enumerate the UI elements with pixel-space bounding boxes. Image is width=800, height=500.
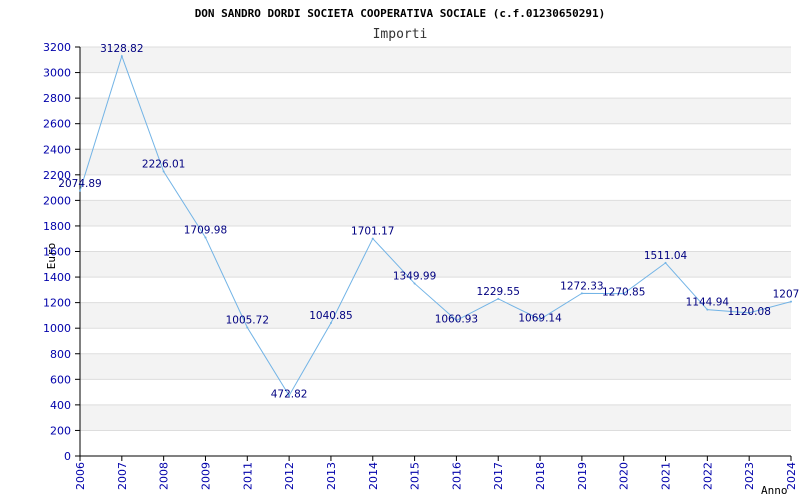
x-tick-label: 2013 — [325, 462, 338, 490]
data-point — [790, 300, 792, 303]
data-point — [204, 236, 207, 239]
y-tick-label: 0 — [64, 450, 71, 463]
data-point — [706, 308, 709, 311]
data-point — [580, 292, 583, 295]
grid-band — [80, 328, 791, 354]
data-point — [413, 282, 416, 285]
data-label: 1040.85 — [309, 310, 352, 322]
data-label: 1060.93 — [435, 313, 478, 325]
y-tick-label: 200 — [50, 424, 71, 437]
y-axis-label: Euro — [45, 243, 58, 270]
grid-band — [80, 98, 791, 124]
data-point — [162, 170, 165, 173]
y-tick-label: 1400 — [43, 271, 71, 284]
data-point — [664, 261, 667, 264]
y-tick-label: 2800 — [43, 92, 71, 105]
data-label: 1701.17 — [351, 226, 394, 238]
grid-band — [80, 72, 791, 99]
y-tick-label: 1000 — [43, 322, 71, 335]
chart-title: DON SANDRO DORDI SOCIETA COOPERATIVA SOC… — [195, 7, 606, 20]
y-tick-label: 2600 — [43, 118, 71, 131]
y-tick-label: 1200 — [43, 297, 71, 310]
data-label: 1144.94 — [686, 297, 730, 309]
data-label: 1069.14 — [518, 312, 562, 324]
x-tick-label: 2012 — [283, 462, 296, 490]
x-axis-ticks: 2006 2007 2008 2009 2011 2012 2013 2014 2015 2016… — [74, 456, 798, 490]
grid-band — [80, 353, 791, 380]
x-tick-label: 2017 — [492, 462, 505, 490]
x-tick-label: 2009 — [199, 462, 212, 490]
y-tick-label: 3000 — [43, 67, 71, 80]
data-point — [497, 297, 500, 300]
data-label: 1272.33 — [560, 280, 603, 292]
data-label: 1207.6 — [773, 289, 800, 301]
data-point — [371, 237, 374, 240]
x-tick-label: 2021 — [660, 462, 673, 490]
data-label: 1120.08 — [727, 306, 770, 318]
grid-band — [80, 174, 791, 201]
x-tick-label: 2019 — [576, 462, 589, 490]
data-label: 1005.72 — [226, 314, 269, 326]
y-tick-label: 2000 — [43, 194, 71, 207]
x-axis-label: Anno — [761, 484, 788, 497]
x-tick-label: 2022 — [701, 462, 714, 490]
data-point — [79, 189, 81, 192]
x-tick-label: 2023 — [743, 462, 756, 490]
grid-band — [80, 404, 791, 431]
data-label: 1511.04 — [644, 250, 688, 262]
y-tick-label: 2400 — [43, 143, 71, 156]
x-tick-label: 2007 — [116, 462, 129, 490]
y-tick-label: 600 — [50, 373, 71, 386]
y-tick-label: 800 — [50, 348, 71, 361]
grid-band — [80, 379, 791, 405]
chart-subtitle: Importi — [373, 27, 428, 42]
data-label: 2074.89 — [58, 178, 101, 190]
x-tick-label: 2008 — [158, 462, 171, 490]
grid-band — [80, 149, 791, 175]
y-tick-label: 400 — [50, 399, 71, 412]
data-point — [120, 55, 123, 58]
data-point — [329, 321, 332, 324]
data-label: 1270.85 — [602, 287, 645, 299]
data-label: 1349.99 — [393, 270, 436, 282]
y-tick-label: 3200 — [43, 41, 71, 54]
x-tick-label: 2018 — [534, 462, 547, 490]
x-tick-label: 2016 — [450, 462, 463, 490]
x-tick-label: 2020 — [618, 462, 631, 490]
x-tick-label: 2011 — [241, 462, 254, 490]
x-tick-label: 2006 — [74, 462, 87, 490]
x-tick-label: 2015 — [409, 462, 422, 490]
grid-band — [80, 200, 791, 226]
data-point — [246, 326, 249, 329]
x-tick-label: 2014 — [367, 462, 380, 490]
grid-band — [80, 123, 791, 150]
data-label: 472.82 — [271, 389, 308, 401]
grid-band — [80, 47, 791, 73]
data-label: 3128.82 — [100, 43, 143, 55]
line-chart: DON SANDRO DORDI SOCIETA COOPERATIVA SOC… — [43, 7, 800, 497]
data-label: 2226.01 — [142, 158, 185, 170]
grid-band — [80, 430, 791, 456]
data-label: 1709.98 — [184, 224, 227, 236]
data-label: 1229.55 — [477, 286, 520, 298]
y-tick-label: 1800 — [43, 220, 71, 233]
